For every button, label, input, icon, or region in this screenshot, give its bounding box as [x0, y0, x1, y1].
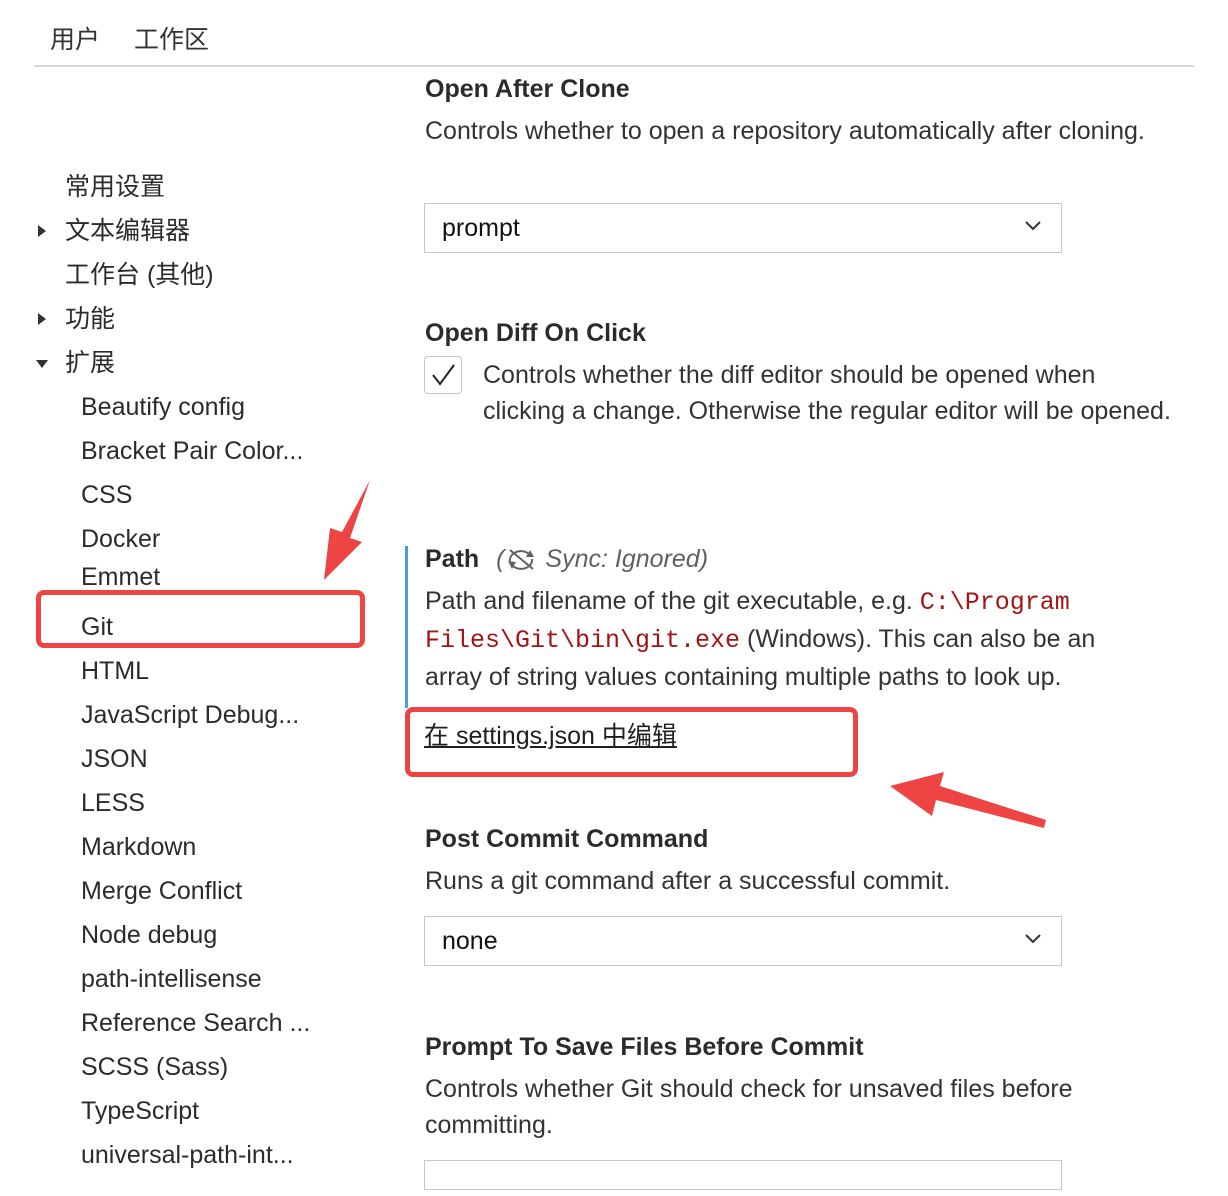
tab-workspace[interactable]: 工作区: [134, 20, 209, 56]
toc-ext-item[interactable]: JavaScript Debug...: [81, 700, 299, 730]
chevron-down-icon: [1025, 934, 1041, 944]
toc-item-extensions[interactable]: 扩展: [65, 348, 115, 378]
toc-ext-item[interactable]: JSON: [81, 744, 148, 774]
toc-ext-item[interactable]: Reference Search ...: [81, 1008, 310, 1038]
sync-ignored-icon: [508, 549, 535, 570]
settings-toc-sidebar: 常用设置 文本编辑器 工作台 (其他) 功能 扩展 Beautify confi…: [0, 66, 400, 1196]
chevron-right-icon[interactable]: [38, 225, 46, 237]
setting-description-path: Path and filename of the git executable,…: [425, 583, 1145, 695]
setting-title: Prompt To Save Files Before Commit: [425, 1033, 864, 1061]
setting-title: Open After Clone: [425, 75, 630, 103]
chevron-down-icon[interactable]: [36, 360, 48, 368]
select-value: none: [442, 927, 498, 955]
settings-scope-tabs: 用户 工作区: [0, 0, 1228, 67]
toc-ext-item[interactable]: Docker: [81, 524, 160, 554]
toc-item-features[interactable]: 功能: [65, 304, 115, 334]
setting-description: Runs a git command after a successful co…: [425, 867, 951, 895]
toc-item-commonly-used[interactable]: 常用设置: [65, 172, 165, 202]
check-icon: [432, 364, 455, 386]
toc-ext-item[interactable]: path-intellisense: [81, 964, 262, 994]
setting-description: Controls whether to open a repository au…: [425, 117, 1145, 145]
sync-status: ( Sync: Ignored): [496, 545, 709, 573]
open-after-clone-select[interactable]: prompt: [424, 203, 1062, 253]
tab-user[interactable]: 用户: [50, 20, 100, 56]
toc-ext-item[interactable]: Merge Conflict: [81, 876, 242, 906]
toc-ext-item[interactable]: Markdown: [81, 832, 196, 862]
toc-ext-item[interactable]: SCSS (Sass): [81, 1052, 228, 1082]
toc-ext-item[interactable]: Bracket Pair Color...: [81, 436, 303, 466]
annotation-arrow-icon: [324, 480, 370, 580]
toc-item-workbench[interactable]: 工作台 (其他): [65, 260, 214, 290]
setting-title-path: Path ( Sync: Ignored): [425, 544, 708, 574]
setting-title: Open Diff On Click: [425, 319, 646, 347]
chevron-down-icon: [1025, 221, 1041, 231]
select-value: prompt: [442, 214, 520, 242]
toc-ext-item[interactable]: HTML: [81, 656, 149, 686]
toc-ext-item[interactable]: TypeScript: [81, 1096, 199, 1126]
toc-item-text-editor[interactable]: 文本编辑器: [65, 216, 190, 246]
sync-label: Sync: Ignored: [545, 545, 700, 573]
toc-ext-item[interactable]: CSS: [81, 480, 132, 510]
chevron-right-icon[interactable]: [38, 313, 46, 325]
path-desc-before: Path and filename of the git executable,…: [425, 587, 920, 615]
toc-ext-item[interactable]: Beautify config: [81, 392, 245, 422]
settings-content: Open After Clone Controls whether to ope…: [400, 66, 1228, 1196]
setting-description: Controls whether the diff editor should …: [483, 361, 1171, 425]
annotation-highlight-box: [405, 707, 858, 777]
modified-indicator: [405, 546, 408, 708]
open-diff-on-click-checkbox[interactable]: [424, 356, 462, 394]
prompt-to-save-select[interactable]: [424, 1160, 1062, 1190]
setting-title: Path: [425, 545, 480, 573]
toc-ext-item[interactable]: Emmet: [81, 562, 160, 592]
post-commit-command-select[interactable]: none: [424, 916, 1062, 966]
toc-ext-item[interactable]: Node debug: [81, 920, 217, 950]
setting-description: Controls whether Git should check for un…: [425, 1075, 1073, 1139]
annotation-highlight-box: [36, 590, 365, 648]
toc-ext-item[interactable]: universal-path-int...: [81, 1140, 294, 1170]
setting-title: Post Commit Command: [425, 825, 709, 853]
annotation-arrow-icon: [890, 772, 1046, 828]
toc-ext-item[interactable]: LESS: [81, 788, 145, 818]
